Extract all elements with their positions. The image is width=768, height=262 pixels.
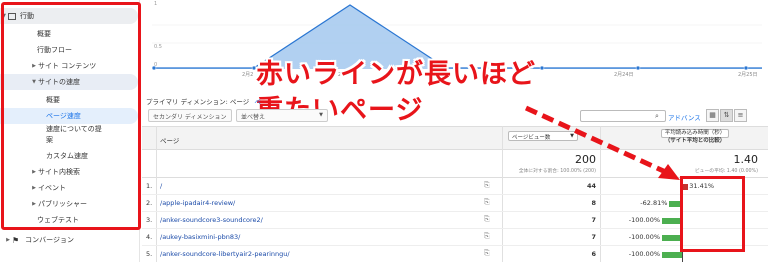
sidebar-item-user-timings[interactable]: カスタム速度 [0, 148, 138, 164]
caret-right-icon: ▶ [32, 63, 36, 69]
caret-right-icon: ▶ [32, 201, 36, 207]
bar-axis-line [682, 178, 683, 262]
column-header-page[interactable]: ページ [160, 135, 179, 145]
flag-icon: ⚑ [12, 235, 20, 245]
annotation-line-1: 赤いラインが長いほど [256, 59, 536, 90]
pageviews-value: 7 [591, 233, 596, 241]
grid-view-icon[interactable]: ▦ [706, 109, 719, 122]
metric1-select[interactable]: ページビュー数 ▼ [508, 131, 578, 141]
open-page-icon[interactable]: ⎘ [484, 198, 490, 207]
table-row: 2. /apple-ipadair4-review/ ⎘ 8 -62.81% [142, 195, 768, 212]
open-page-icon[interactable]: ⎘ [484, 181, 490, 190]
load-time-bar-negative [662, 218, 682, 224]
table-header: ページ ページビュー数 ▼ 平均読み込み時間（秒） （サイト平均との比較） [142, 126, 768, 150]
sidebar-item-publisher[interactable]: ▶ パブリッシャー [0, 196, 138, 212]
chevron-down-icon: ▼ [319, 112, 323, 118]
open-page-icon[interactable]: ⎘ [484, 232, 490, 241]
row-index: 5. [146, 250, 153, 258]
secondary-dimension-select[interactable]: セカンダリ ディメンション ▼ [148, 109, 232, 122]
x-tick-label: 2月25日 [738, 72, 758, 78]
summary-avg-load-sub: ビューの平均: 1.40 (0.00%) [694, 169, 758, 174]
load-time-percent: -100.00% [628, 233, 660, 241]
open-page-icon[interactable]: ⎘ [484, 249, 490, 258]
open-page-icon[interactable]: ⎘ [484, 215, 490, 224]
pageviews-value: 6 [591, 250, 596, 258]
row-index: 3. [146, 216, 153, 224]
y-tick-label: 1 [154, 1, 157, 7]
advanced-filter-link[interactable]: アドバンス [668, 112, 701, 122]
data-point [635, 65, 641, 71]
sidebar-section-behavior[interactable]: ▼ 行動 [0, 8, 138, 24]
sidebar-item-site-search[interactable]: ▶ サイト内検索 [0, 164, 138, 180]
pageviews-value: 8 [591, 199, 596, 207]
table-row: 1. / ⎘ 44 31.41% [142, 178, 768, 195]
chevron-down-icon: ▼ [570, 133, 574, 139]
caret-down-icon: ▼ [32, 79, 36, 85]
data-point [539, 65, 545, 71]
summary-total-views-sub: 全体に対する割合: 100.00% (200) [518, 169, 596, 174]
caret-down-icon: ▼ [2, 13, 6, 19]
table-row: 5. /anker-soundcore-libertyair2-pearinngu… [142, 246, 768, 262]
caret-right-icon: ▶ [6, 237, 10, 243]
primary-dimension-link[interactable]: ペ [254, 98, 261, 106]
chevron-down-icon: ▼ [223, 121, 227, 122]
data-point [151, 65, 157, 71]
page-path-link[interactable]: /apple-ipadair4-review/ [160, 199, 235, 207]
sort-type-select[interactable]: 並べ替え ▼ [236, 109, 328, 122]
page-path-link[interactable]: / [160, 182, 162, 190]
summary-avg-load: 1.40 [733, 153, 759, 166]
row-index: 4. [146, 233, 153, 241]
sidebar-item-overview[interactable]: 概要 [0, 26, 138, 42]
load-time-percent: -100.00% [628, 216, 660, 224]
left-sidebar: ▼ 行動 概要 行動フロー ▶ サイト コンテンツ ▼ サイトの速度 概要 ページ速… [0, 0, 140, 262]
x-tick-label: 2月2 [242, 72, 253, 78]
column-header-load-time[interactable]: 平均読み込み時間（秒） （サイト平均との比較） [642, 129, 748, 145]
view-switcher: ▦ ⇅ ≡ [706, 109, 747, 122]
load-time-percent: 31.41% [689, 182, 715, 190]
sidebar-item-behavior-flow[interactable]: 行動フロー [0, 42, 138, 58]
list-view-icon[interactable]: ≡ [734, 109, 747, 122]
load-time-bar-negative [662, 252, 682, 258]
page-path-link[interactable]: /aukey-basixmini-pbn83/ [160, 233, 240, 241]
sidebar-item-speed-suggestions-cont[interactable]: 案 [0, 134, 138, 145]
pageviews-value: 44 [586, 182, 596, 190]
summary-total-views: 200 [575, 153, 596, 166]
sidebar-item-events[interactable]: ▶ イベント [0, 180, 138, 196]
sidebar-section-label: 行動 [20, 12, 34, 20]
primary-dimension: プライマリ ディメンション: ページ ペ [146, 98, 261, 106]
table-summary-row: 200 全体に対する割合: 100.00% (200) 1.40 ビューの平均:… [142, 150, 768, 178]
comparison-view-icon[interactable]: ⇅ [720, 109, 733, 122]
sidebar-item-experiments[interactable]: ウェブテスト [0, 212, 138, 228]
sidebar-section-conversions[interactable]: ▶ ⚑ コンバージョン [0, 232, 138, 248]
row-index: 2. [146, 199, 153, 207]
search-icon[interactable]: ⌕ [650, 111, 664, 121]
y-tick-label: 0.5 [154, 44, 162, 50]
load-time-percent: -62.81% [640, 199, 668, 207]
load-time-percent: -100.00% [628, 250, 660, 258]
pageviews-value: 7 [591, 216, 596, 224]
load-time-bar-negative [669, 201, 682, 207]
sidebar-item-speed-overview[interactable]: 概要 [0, 92, 138, 108]
sidebar-item-site-content[interactable]: ▶ サイト コンテンツ [0, 58, 138, 74]
x-tick-label: 2月24日 [614, 72, 634, 78]
sidebar-item-page-timings[interactable]: ページ速度 [0, 108, 138, 124]
caret-right-icon: ▶ [32, 169, 36, 175]
table-row: 3. /anker-soundcore3-soundcore2/ ⎘ 7 -100.00… [142, 212, 768, 229]
layout-icon [8, 12, 16, 20]
data-point [743, 65, 749, 71]
sidebar-item-speed-suggestions[interactable]: 速度についての提 [0, 123, 138, 134]
table-row: 4. /aukey-basixmini-pbn83/ ⎘ 7 -100.00% [142, 229, 768, 246]
caret-right-icon: ▶ [32, 185, 36, 191]
page-path-link[interactable]: /anker-soundcore3-soundcore2/ [160, 216, 263, 224]
load-time-bar-negative [662, 235, 682, 241]
row-index: 1. [146, 182, 153, 190]
page-path-link[interactable]: /anker-soundcore-libertyair2-pearinngu/ [160, 250, 290, 258]
sidebar-item-site-speed[interactable]: ▼ サイトの速度 [0, 74, 138, 90]
